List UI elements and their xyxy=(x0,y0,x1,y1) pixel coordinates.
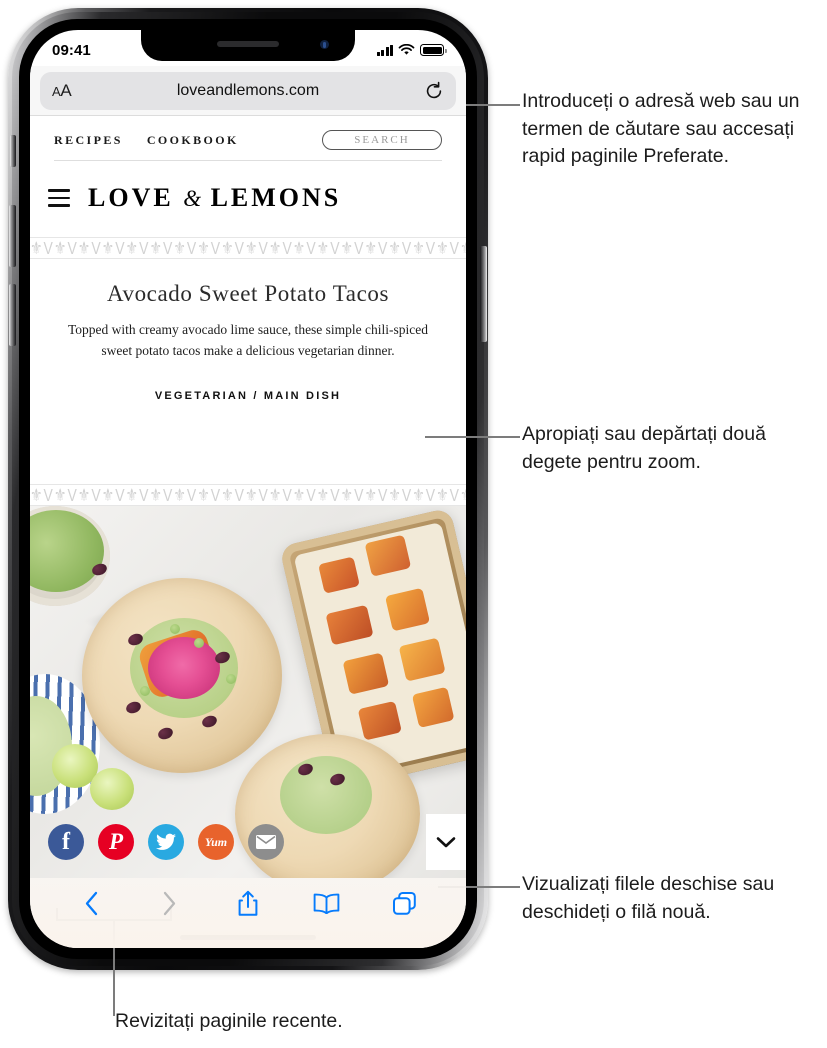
photo-pickled-onion xyxy=(148,637,220,699)
device-screen: 09:41 AA loveandlemons.com RECIPES COOKB… xyxy=(30,30,466,948)
reload-icon[interactable] xyxy=(424,81,444,101)
url-text[interactable]: loveandlemons.com xyxy=(40,82,456,100)
earpiece-speaker xyxy=(217,41,279,47)
recipe-description: Topped with creamy avocado lime sauce, t… xyxy=(67,322,429,358)
expand-content-button[interactable] xyxy=(426,814,466,870)
site-logo[interactable]: LOVE & LEMONS xyxy=(88,183,341,213)
status-bar-time: 09:41 xyxy=(52,41,91,59)
facebook-share-icon[interactable]: f xyxy=(48,824,84,860)
safari-bottom-toolbar xyxy=(30,878,466,948)
hamburger-menu-icon[interactable] xyxy=(48,189,70,207)
site-logo-second: LEMONS xyxy=(210,183,342,212)
site-nav-recipes[interactable]: RECIPES xyxy=(54,133,123,148)
callout-tabs: Vizualizați filele deschise sau deschide… xyxy=(522,873,775,923)
side-power-button[interactable] xyxy=(480,246,487,342)
decorative-border-top: ⚜V⚜V⚜V⚜V⚜V⚜V⚜V⚜V⚜V⚜V⚜V⚜V⚜V⚜V⚜V⚜V⚜V⚜V⚜V⚜V… xyxy=(30,237,466,259)
recipe-photo: f P Yum xyxy=(30,506,466,878)
web-page-content: RECIPES COOKBOOK SEARCH LOVE & LEMONS ⚜V… xyxy=(30,116,466,878)
tabs-button[interactable] xyxy=(388,888,422,918)
pinterest-share-icon[interactable]: P xyxy=(98,824,134,860)
site-nav-cookbook[interactable]: COOKBOOK xyxy=(147,133,239,148)
status-bar-indicators xyxy=(376,44,447,56)
front-camera-icon xyxy=(320,40,329,49)
safari-address-bar-container: AA loveandlemons.com xyxy=(30,66,466,116)
forward-button[interactable] xyxy=(153,888,187,918)
ornament-pattern-text-2: ⚜V⚜V⚜V⚜V⚜V⚜V⚜V⚜V⚜V⚜V⚜V⚜V⚜V⚜V⚜V⚜V⚜V⚜V⚜V⚜V… xyxy=(30,484,466,505)
site-brand-row: LOVE & LEMONS xyxy=(30,161,466,237)
site-logo-ampersand: & xyxy=(183,186,202,211)
address-bar[interactable]: AA loveandlemons.com xyxy=(40,71,456,110)
recipe-title: Avocado Sweet Potato Tacos xyxy=(106,281,390,306)
volume-up-button[interactable] xyxy=(9,205,16,267)
decorative-border-bottom: ⚜V⚜V⚜V⚜V⚜V⚜V⚜V⚜V⚜V⚜V⚜V⚜V⚜V⚜V⚜V⚜V⚜V⚜V⚜V⚜V… xyxy=(30,484,466,506)
ornament-pattern-text: ⚜V⚜V⚜V⚜V⚜V⚜V⚜V⚜V⚜V⚜V⚜V⚜V⚜V⚜V⚜V⚜V⚜V⚜V⚜V⚜V… xyxy=(30,237,466,258)
social-share-buttons: f P Yum xyxy=(48,824,284,860)
back-button[interactable] xyxy=(74,888,108,918)
volume-down-button[interactable] xyxy=(9,284,16,346)
bookmarks-button[interactable] xyxy=(309,888,343,918)
cellular-signal-icon xyxy=(376,44,393,56)
recipe-category: VEGETARIAN / MAIN DISH xyxy=(154,389,342,402)
yummly-share-icon[interactable]: Yum xyxy=(198,824,234,860)
email-share-icon[interactable] xyxy=(248,824,284,860)
wifi-icon xyxy=(398,44,415,55)
battery-icon xyxy=(420,44,447,56)
site-navigation: RECIPES COOKBOOK SEARCH xyxy=(30,116,466,150)
site-logo-first: LOVE xyxy=(88,183,174,212)
device-notch xyxy=(141,30,355,61)
site-search-input[interactable]: SEARCH xyxy=(322,130,442,150)
screenshot-root: 09:41 AA loveandlemons.com RECIPES COOKB… xyxy=(0,0,827,1048)
iphone-device-frame: 09:41 AA loveandlemons.com RECIPES COOKB… xyxy=(8,8,488,970)
callout-address-bar: Introduceți o adresă web sau un termen d… xyxy=(522,90,800,168)
leader-line-zoom xyxy=(425,436,520,438)
recipe-header: Avocado Sweet Potato Tacos Topped with c… xyxy=(30,259,466,414)
twitter-share-icon[interactable] xyxy=(148,824,184,860)
callout-history: Revizitați paginile recente. xyxy=(115,1010,343,1032)
silent-switch-button[interactable] xyxy=(10,135,16,167)
share-button[interactable] xyxy=(231,888,265,918)
chevron-down-icon xyxy=(436,836,456,847)
callout-zoom: Apropiați sau depărtați două degete pent… xyxy=(522,423,766,473)
